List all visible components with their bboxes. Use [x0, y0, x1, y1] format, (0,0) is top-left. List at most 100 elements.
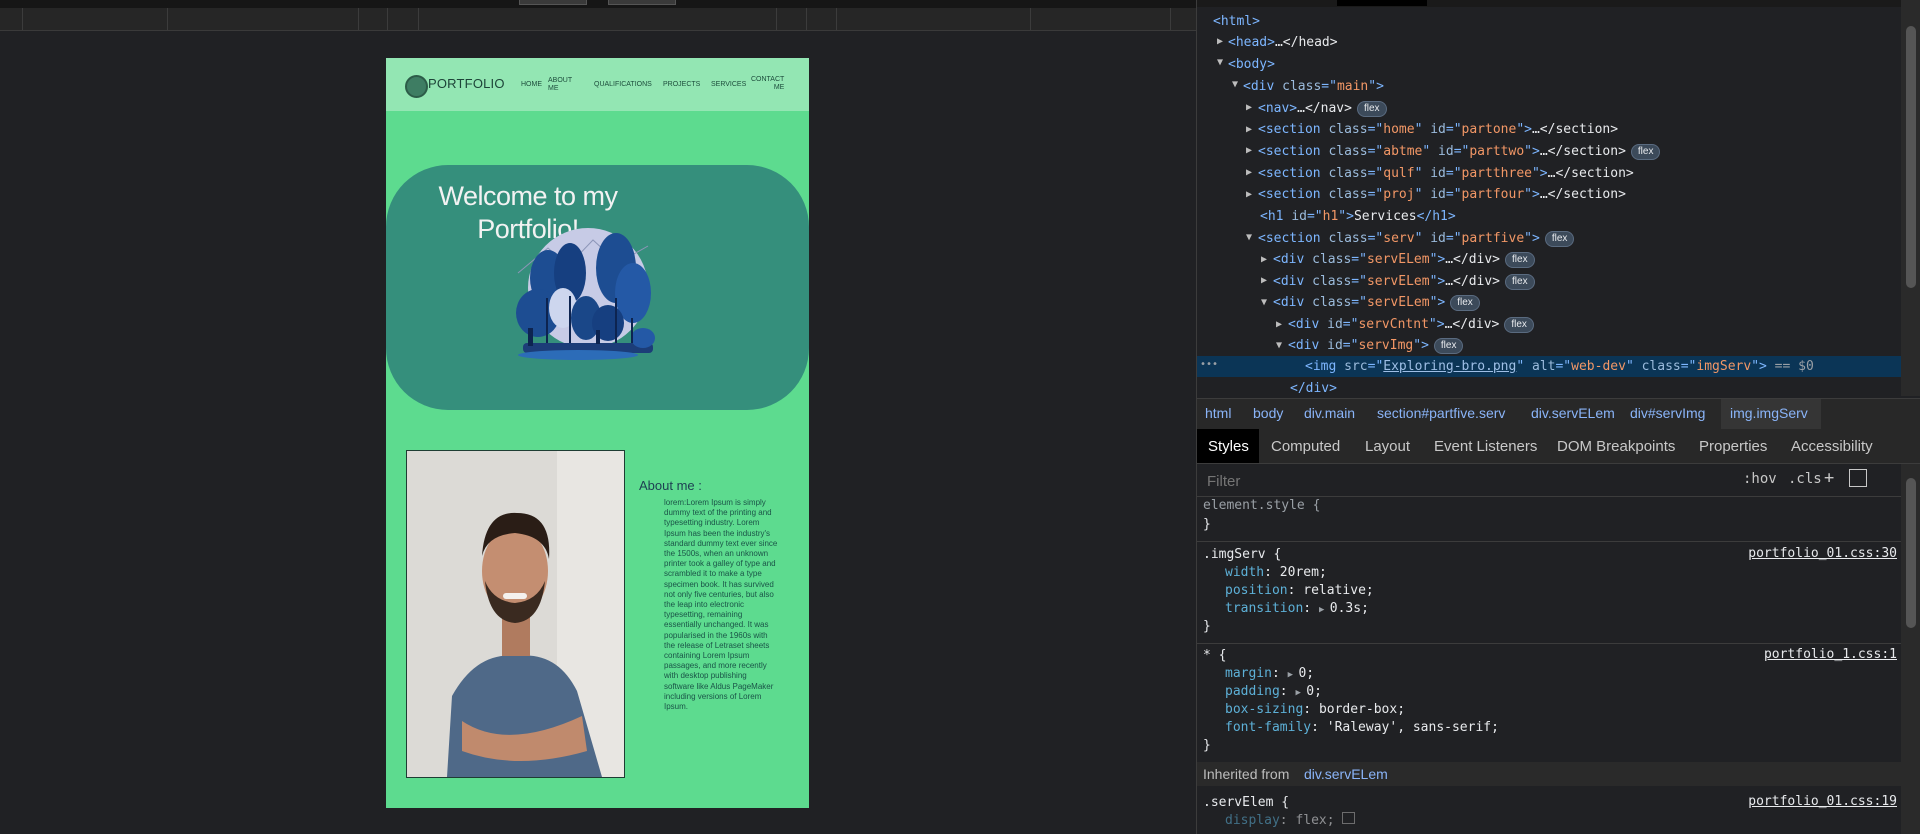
- device-toolbar-button[interactable]: [608, 0, 676, 5]
- breadcrumb: html body div.main section#partfive.serv…: [1197, 398, 1920, 430]
- elements-scrollbar[interactable]: [1901, 0, 1920, 396]
- tab-properties[interactable]: Properties: [1699, 438, 1767, 455]
- logo-text[interactable]: PORTFOLIO: [428, 76, 505, 91]
- nav-link-contact-me[interactable]: CONTACT ME: [751, 76, 784, 92]
- rule-selector-servelem[interactable]: .servElem {: [1203, 794, 1289, 812]
- css-declaration[interactable]: font-family: 'Raleway', sans-serif;: [1225, 719, 1499, 737]
- collapse-arrow-icon[interactable]: ▼: [1261, 297, 1267, 308]
- nav-link-services[interactable]: SERVICES: [711, 81, 746, 89]
- dom-node-h1[interactable]: <h1 id="h1">Services</h1>: [1260, 206, 1456, 228]
- tab-event-listeners[interactable]: Event Listeners: [1434, 438, 1537, 455]
- logo-icon[interactable]: [405, 75, 428, 98]
- dom-node-html[interactable]: <html>: [1213, 11, 1260, 33]
- media-query-ruler[interactable]: [0, 8, 1196, 31]
- dom-node-section-qulf[interactable]: <section class="qulf" id="partthree">…</…: [1258, 163, 1634, 185]
- dom-node-section-proj[interactable]: <section class="proj" id="partfour">…</s…: [1258, 184, 1626, 206]
- dom-node-section-serv[interactable]: <section class="serv" id="partfive"> flex: [1258, 228, 1575, 250]
- dom-node-servcntnt[interactable]: <div id="servCntnt">…</div> flex: [1288, 314, 1534, 336]
- inherited-from-link[interactable]: div.servELem: [1304, 766, 1388, 782]
- dom-node-nav[interactable]: <nav>…</nav> flex: [1258, 98, 1387, 120]
- breadcrumb-item[interactable]: div#servImg: [1630, 405, 1705, 421]
- css-declaration[interactable]: transition: ▶ 0.3s;: [1225, 600, 1369, 618]
- element-style-selector[interactable]: element.style {: [1203, 497, 1320, 515]
- flexbox-editor-icon[interactable]: [1342, 812, 1356, 824]
- flex-badge[interactable]: flex: [1505, 274, 1535, 290]
- expand-arrow-icon[interactable]: ▶: [1246, 145, 1252, 156]
- dom-node-img-selected[interactable]: <img src="Exploring-bro.png" alt="web-de…: [1305, 356, 1814, 378]
- nav-link-projects[interactable]: PROJECTS: [663, 81, 700, 89]
- breadcrumb-item[interactable]: img.imgServ: [1730, 405, 1808, 421]
- collapse-arrow-icon[interactable]: ▼: [1276, 340, 1282, 351]
- devtools-panel: <html> ▶ <head>…</head> ▼ <body> ▼ <div …: [1196, 0, 1920, 834]
- rule-divider: [1197, 541, 1901, 542]
- rule-source-link[interactable]: portfolio_01.css:30: [1748, 546, 1897, 561]
- new-rule-button[interactable]: +: [1824, 468, 1834, 488]
- about-body-text: lorem:Lorem Ipsum is simply dummy text o…: [664, 498, 778, 712]
- device-viewport: PORTFOLIO HOME ABOUT ME QUALIFICATIONS P…: [0, 0, 1196, 834]
- collapse-arrow-icon[interactable]: ▼: [1232, 79, 1238, 90]
- flex-badge[interactable]: flex: [1505, 252, 1535, 268]
- flex-badge[interactable]: flex: [1630, 144, 1661, 160]
- hov-toggle[interactable]: :hov: [1743, 471, 1777, 487]
- img-src-link[interactable]: Exploring-bro.png: [1383, 359, 1516, 374]
- breadcrumb-item[interactable]: div.main: [1304, 405, 1355, 421]
- more-options-icon[interactable]: •••: [1200, 359, 1218, 370]
- dom-node-div-close[interactable]: </div>: [1290, 378, 1337, 396]
- cls-toggle[interactable]: .cls: [1788, 471, 1822, 487]
- device-toolbar-button[interactable]: [519, 0, 587, 5]
- expand-arrow-icon[interactable]: ▶: [1246, 167, 1252, 178]
- css-declaration[interactable]: box-sizing: border-box;: [1225, 701, 1405, 719]
- expand-arrow-icon[interactable]: ▶: [1246, 102, 1252, 113]
- rule-source-link[interactable]: portfolio_1.css:1: [1764, 647, 1897, 662]
- dom-node-servelem[interactable]: <div class="servELem">…</div> flex: [1273, 249, 1535, 271]
- flex-badge[interactable]: flex: [1450, 295, 1480, 311]
- about-title: About me :: [639, 478, 702, 493]
- elements-tree: <html> ▶ <head>…</head> ▼ <body> ▼ <div …: [1197, 0, 1901, 396]
- nav-link-home[interactable]: HOME: [521, 81, 542, 89]
- rule-selector-universal[interactable]: * {: [1203, 647, 1226, 665]
- expand-arrow-icon[interactable]: ▶: [1261, 275, 1267, 286]
- tab-computed[interactable]: Computed: [1271, 438, 1340, 455]
- dom-node-section-home[interactable]: <section class="home" id="partone">…</se…: [1258, 119, 1618, 141]
- dom-node-body[interactable]: <body>: [1228, 54, 1275, 76]
- filter-input[interactable]: [1205, 470, 1729, 492]
- dom-node-servelem-open[interactable]: <div class="servELem"> flex: [1273, 292, 1480, 314]
- tab-styles[interactable]: Styles: [1208, 438, 1249, 455]
- rule-source-link[interactable]: portfolio_01.css:19: [1748, 794, 1897, 809]
- expand-arrow-icon[interactable]: ▶: [1261, 254, 1267, 265]
- nav-link-qualifications[interactable]: QUALIFICATIONS: [594, 81, 652, 89]
- css-declaration[interactable]: padding: ▶ 0;: [1225, 683, 1322, 701]
- dom-node-section-abtme[interactable]: <section class="abtme" id="parttwo">…</s…: [1258, 141, 1661, 163]
- tab-layout[interactable]: Layout: [1365, 438, 1410, 455]
- dom-node-servelem[interactable]: <div class="servELem">…</div> flex: [1273, 271, 1535, 293]
- collapse-arrow-icon[interactable]: ▼: [1246, 232, 1252, 243]
- breadcrumb-item[interactable]: div.servELem: [1531, 405, 1615, 421]
- breadcrumb-item[interactable]: section#partfive.serv: [1377, 405, 1505, 421]
- expand-arrow-icon[interactable]: ▶: [1276, 319, 1282, 330]
- expand-arrow-icon[interactable]: ▶: [1217, 36, 1223, 47]
- device-toolbar: [0, 0, 1196, 8]
- dom-node-servimg[interactable]: <div id="servImg"> flex: [1288, 335, 1464, 357]
- flex-badge[interactable]: flex: [1356, 101, 1387, 117]
- nav-link-about-me[interactable]: ABOUT ME: [548, 77, 572, 93]
- dom-node-head[interactable]: <head>…</head>: [1228, 32, 1338, 54]
- tab-accessibility[interactable]: Accessibility: [1791, 438, 1873, 455]
- breadcrumb-item[interactable]: html: [1205, 405, 1231, 421]
- dom-node-div-main[interactable]: <div class="main">: [1243, 76, 1384, 98]
- flex-badge[interactable]: flex: [1504, 317, 1534, 333]
- expand-arrow-icon[interactable]: ▶: [1246, 124, 1252, 135]
- flex-badge[interactable]: flex: [1433, 338, 1464, 354]
- collapse-arrow-icon[interactable]: ▼: [1217, 57, 1223, 68]
- css-declaration[interactable]: display: flex;: [1225, 812, 1356, 830]
- rule-close: }: [1203, 738, 1211, 753]
- css-declaration[interactable]: width: 20rem;: [1225, 564, 1327, 582]
- rule-selector-imgserv[interactable]: .imgServ {: [1203, 546, 1281, 564]
- css-declaration[interactable]: position: relative;: [1225, 582, 1374, 600]
- toggle-sidebar-icon[interactable]: [1849, 469, 1867, 487]
- tab-dom-breakpoints[interactable]: DOM Breakpoints: [1557, 438, 1675, 455]
- expand-arrow-icon[interactable]: ▶: [1246, 189, 1252, 200]
- css-declaration[interactable]: margin: ▶ 0;: [1225, 665, 1314, 683]
- styles-scrollbar[interactable]: [1901, 464, 1920, 834]
- breadcrumb-item[interactable]: body: [1253, 405, 1283, 421]
- flex-badge[interactable]: flex: [1544, 231, 1575, 247]
